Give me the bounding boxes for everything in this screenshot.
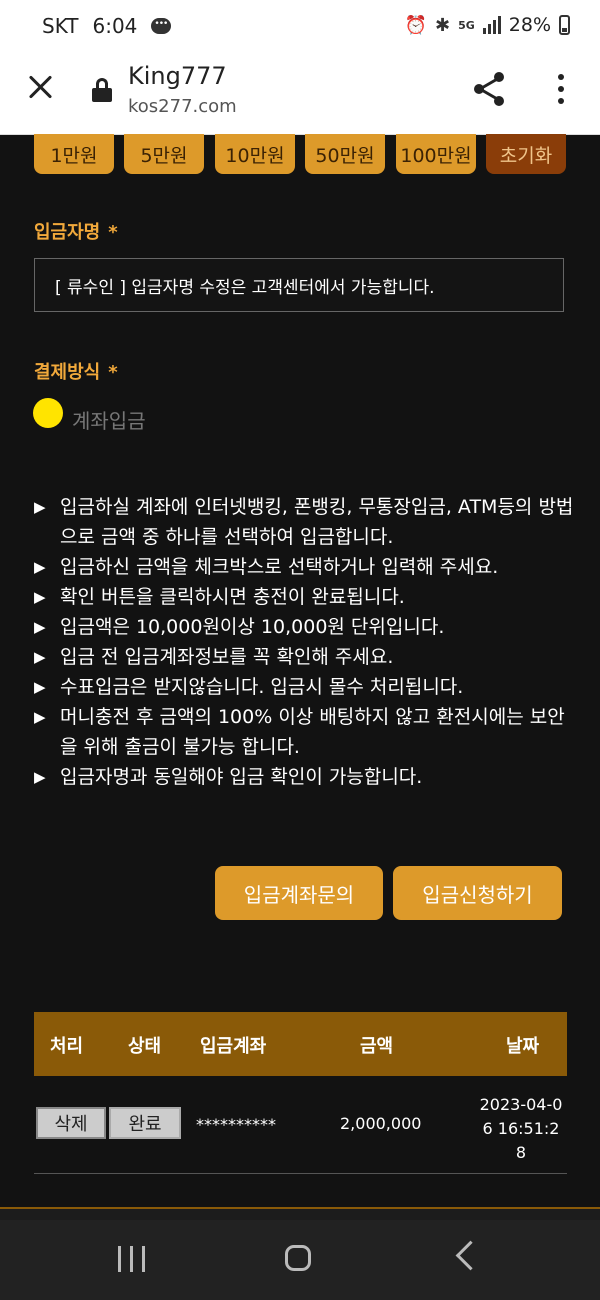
footer-divider xyxy=(0,1207,600,1221)
page-title: King777 xyxy=(128,62,227,90)
required-mark: * xyxy=(108,362,118,383)
battery-icon xyxy=(559,15,570,35)
required-mark: * xyxy=(108,222,118,243)
notice-item: 입금하실 계좌에 인터넷뱅킹, 폰뱅킹, 무통장입금, ATM등의 방법으로 금… xyxy=(34,492,574,552)
col-status: 상태 xyxy=(128,1036,162,1057)
bank-transfer-radio[interactable] xyxy=(33,398,63,428)
account-cell: ********** xyxy=(196,1115,276,1134)
amount-50000-button[interactable]: 5만원 xyxy=(124,134,204,174)
bank-transfer-label: 계좌입금 xyxy=(72,409,146,433)
deposit-request-button[interactable]: 입금신청하기 xyxy=(393,866,562,920)
depositor-label: 입금자명 * xyxy=(34,218,118,244)
depositor-label-text: 입금자명 xyxy=(34,222,101,243)
delete-button[interactable]: 삭제 xyxy=(36,1107,106,1139)
back-icon[interactable] xyxy=(455,1240,486,1271)
col-account: 입금계좌 xyxy=(200,1036,267,1057)
network-type: 5G xyxy=(458,18,475,32)
notice-item: 입금자명과 동일해야 입금 확인이 가능합니다. xyxy=(34,762,574,792)
page-url[interactable]: kos277.com xyxy=(128,96,237,117)
signal-icon xyxy=(482,16,501,34)
history-table-header: 처리 상태 입금계좌 금액 날짜 xyxy=(34,1012,567,1076)
status-badge: 완료 xyxy=(109,1107,181,1139)
notice-item: 입금하신 금액을 체크박스로 선택하거나 입력해 주세요. xyxy=(34,552,574,582)
payment-method-label-text: 결제방식 xyxy=(34,362,101,383)
amount-cell: 2,000,000 xyxy=(340,1114,422,1133)
amount-button-row: 1만원 5만원 10만원 50만원 100만원 초기화 xyxy=(34,134,568,174)
alarm-icon: ⏰ xyxy=(404,14,427,36)
lock-icon xyxy=(92,78,112,102)
system-navigation-bar xyxy=(0,1220,600,1300)
bluetooth-icon: ✱ xyxy=(434,14,451,36)
date-cell: 2023-04-06 16:51:28 xyxy=(479,1095,563,1162)
status-bar: SKT 6:04 ⏰ ✱ 5G 28% xyxy=(0,0,600,54)
col-date: 날짜 xyxy=(506,1036,540,1057)
amount-100000-button[interactable]: 10만원 xyxy=(215,134,295,174)
battery-percent: 28% xyxy=(508,14,551,36)
carrier-label: SKT xyxy=(42,14,79,38)
account-inquiry-button[interactable]: 입금계좌문의 xyxy=(215,866,383,920)
clock: 6:04 xyxy=(92,14,138,38)
amount-1000000-button[interactable]: 100만원 xyxy=(396,134,476,174)
reset-button[interactable]: 초기화 xyxy=(486,134,566,174)
more-menu-icon[interactable] xyxy=(556,72,566,106)
notice-item: 입금 전 입금계좌정보를 꼭 확인해 주세요. xyxy=(34,642,574,672)
notice-list: 입금하실 계좌에 인터넷뱅킹, 폰뱅킹, 무통장입금, ATM등의 방법으로 금… xyxy=(34,492,574,792)
payment-method-label: 결제방식 * xyxy=(34,358,118,384)
notice-item: 입금액은 10,000원이상 10,000원 단위입니다. xyxy=(34,612,574,642)
recent-apps-icon[interactable] xyxy=(118,1246,146,1272)
col-amount: 금액 xyxy=(360,1036,394,1057)
browser-header: King777 kos277.com xyxy=(0,54,600,135)
chat-notification-icon xyxy=(151,18,172,34)
amount-500000-button[interactable]: 50만원 xyxy=(305,134,385,174)
close-icon[interactable] xyxy=(26,72,56,102)
share-icon[interactable] xyxy=(474,72,508,106)
amount-10000-button[interactable]: 1만원 xyxy=(34,134,114,174)
col-action: 처리 xyxy=(50,1036,84,1057)
table-row: 삭제 완료 ********** 2,000,000 2023-04-06 16… xyxy=(34,1077,567,1174)
depositor-name-field: [ 류수인 ] 입금자명 수정은 고객센터에서 가능합니다. xyxy=(34,258,564,312)
notice-item: 머니충전 후 금액의 100% 이상 배팅하지 않고 환전시에는 보안을 위해 … xyxy=(34,702,574,762)
notice-item: 수표입금은 받지않습니다. 입금시 몰수 처리됩니다. xyxy=(34,672,574,702)
notice-item: 확인 버튼을 클릭하시면 충전이 완료됩니다. xyxy=(34,582,574,612)
home-icon[interactable] xyxy=(285,1245,311,1271)
